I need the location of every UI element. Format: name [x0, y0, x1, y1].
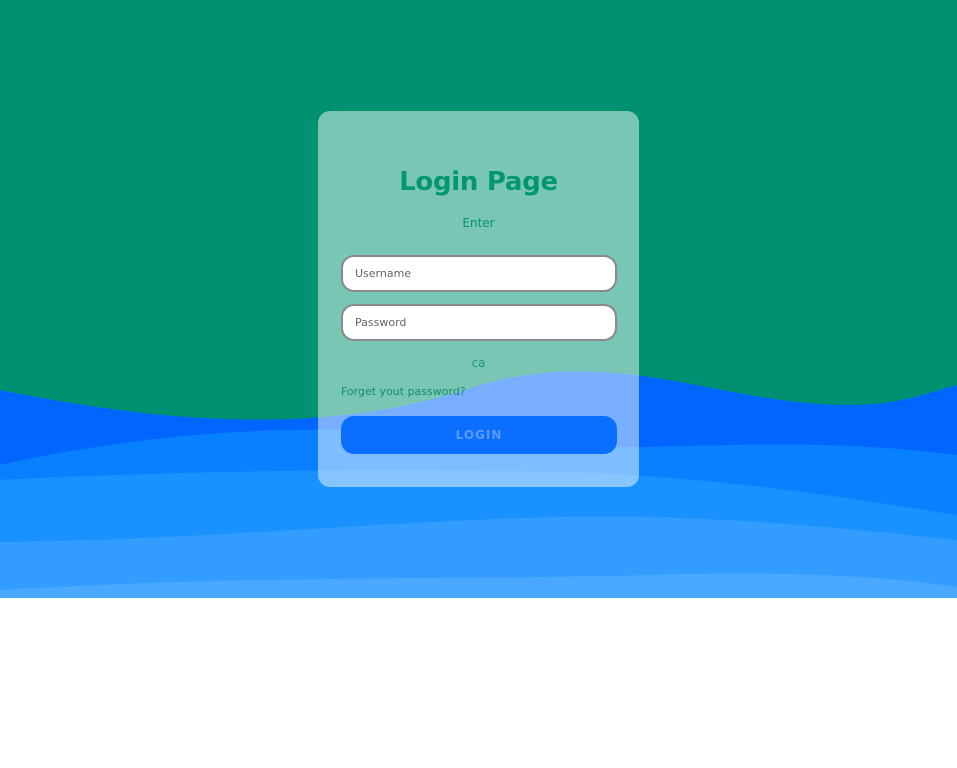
status-text: ca — [471, 356, 486, 370]
page-title: Login Page — [399, 167, 558, 197]
subtitle-text: Enter — [462, 216, 495, 230]
login-card: Login Page Enter ca Forget yout password… — [318, 111, 639, 487]
login-button[interactable]: LOGIN — [341, 416, 617, 454]
username-input[interactable] — [341, 255, 617, 292]
forgot-password-link[interactable]: Forget yout password? — [341, 385, 466, 398]
password-input[interactable] — [341, 304, 617, 341]
